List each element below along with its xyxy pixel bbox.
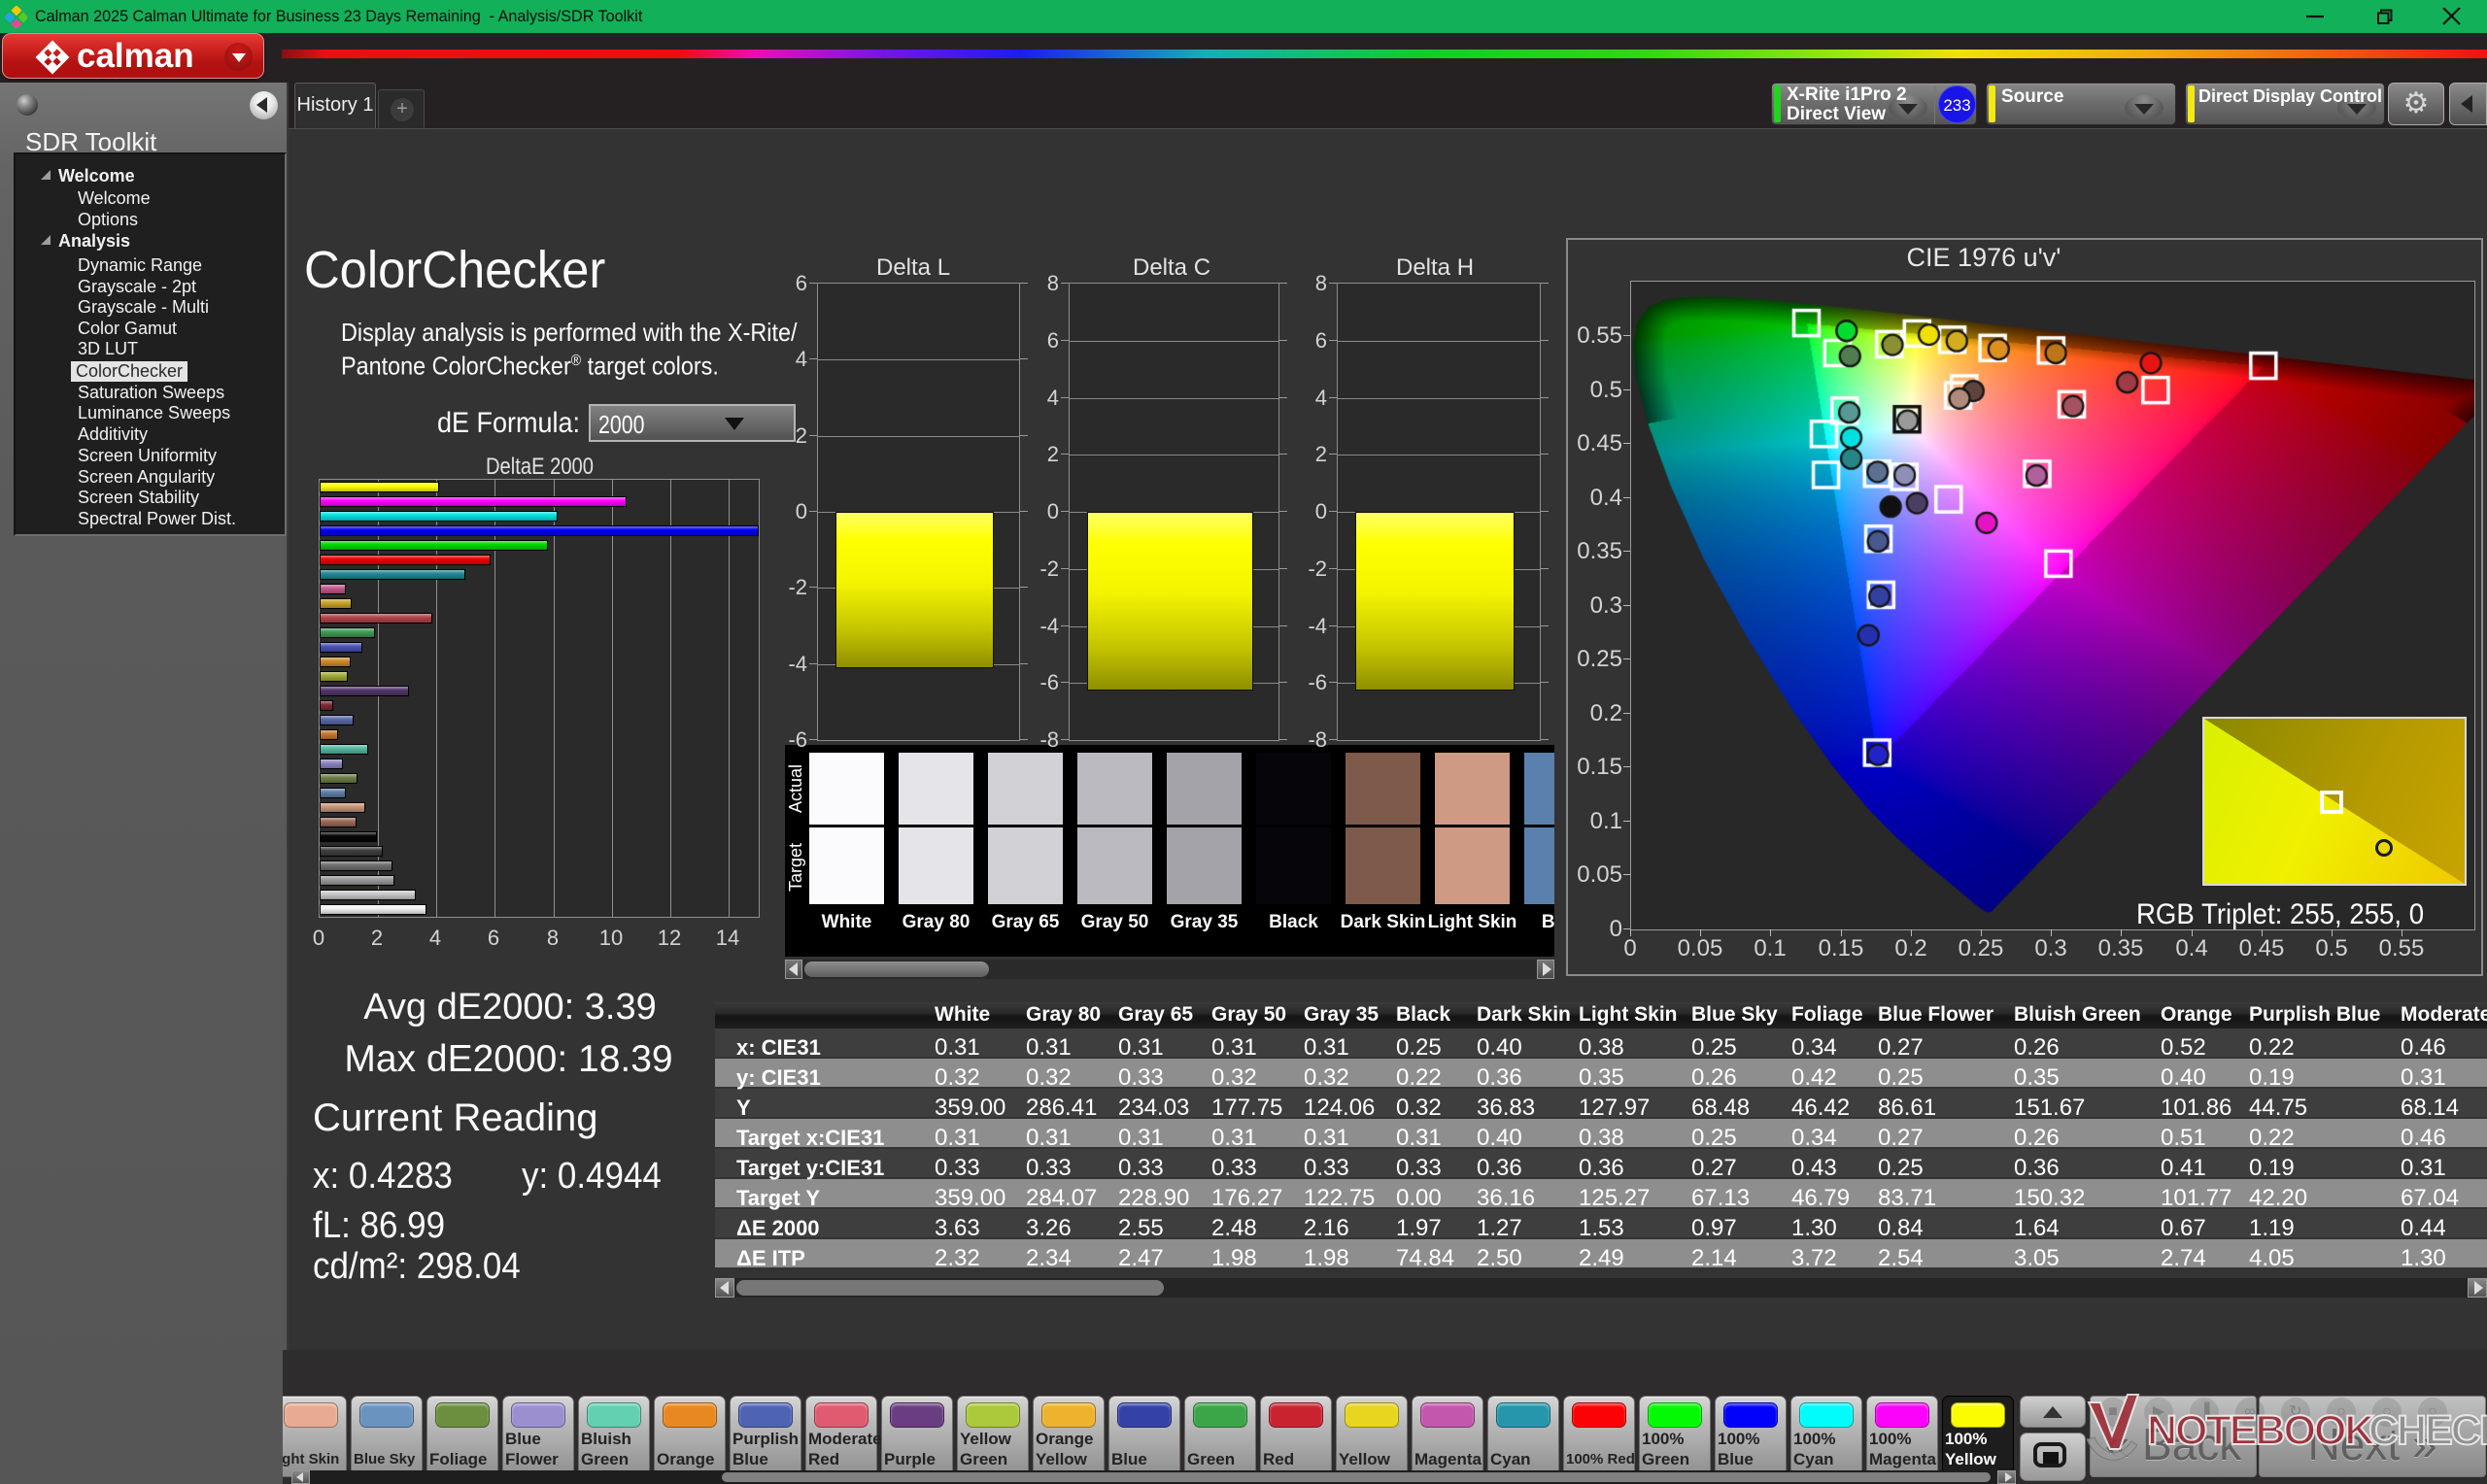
svg-text:CHECK: CHECK [2368,1407,2487,1454]
svg-text:NOTEBOOK: NOTEBOOK [2147,1407,2374,1454]
